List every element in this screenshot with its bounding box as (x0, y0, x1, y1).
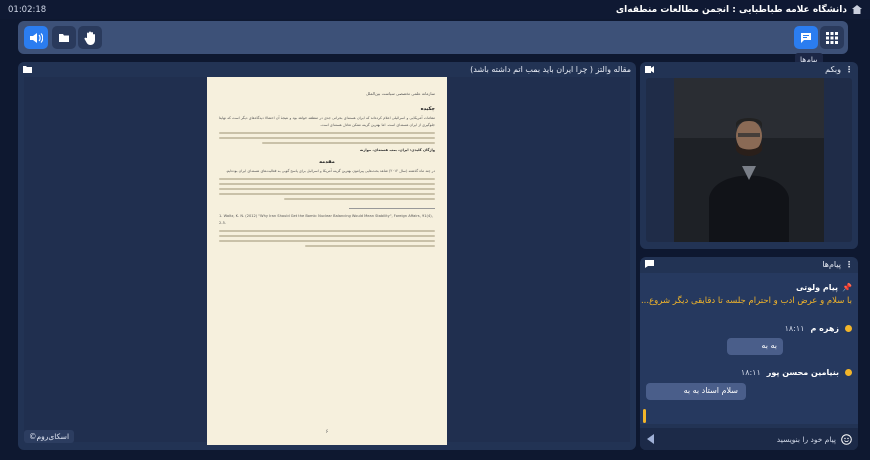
webcam-video (674, 78, 824, 242)
hand-icon (84, 31, 95, 45)
messages-toggle-button[interactable] (794, 26, 818, 49)
sender-name: زهره م (810, 324, 840, 333)
session-clock: 01:02:18 (8, 4, 47, 15)
message-time: ۱۸:۱۱ (740, 368, 761, 377)
layout-menu-button[interactable] (820, 26, 844, 49)
user-icon (845, 369, 852, 376)
messages-menu-icon[interactable]: ⋮ (845, 260, 853, 269)
page-header: سازمانه علمی تخصصی سیاست بین‌الملل (366, 91, 435, 96)
document-title: مقاله والتز ( چرا ایران باید بمب اتم داش… (470, 64, 631, 74)
sender-name: بنیامین محسن پور (766, 368, 839, 377)
intro-text: در چند ماه گذشته (سال ۲۰۱۲) شاهد بحث‌های… (225, 169, 435, 173)
page-number: ۶ (325, 429, 329, 435)
scrollbar[interactable] (643, 409, 646, 423)
messages-panel: پیام‌ها ⋮ 📌 پیام ولوتی با سلام و عرض ادب… (640, 257, 858, 450)
raise-hand-button[interactable] (78, 26, 102, 49)
message-input[interactable]: پیام خود را بنویسید (777, 435, 836, 444)
main-toolbar (18, 21, 848, 54)
messages-icon (645, 260, 654, 268)
skyroom-brand: ©اسکای‌روم (24, 430, 75, 443)
webcam-panel: وبکم ⋮ (640, 62, 858, 249)
messages-panel-header: پیام‌ها ⋮ (640, 257, 858, 271)
pinned-label: پیام ولوتی (796, 283, 839, 292)
grid-icon (826, 31, 838, 44)
documents-button[interactable] (52, 26, 76, 49)
message-bubble: به به (727, 338, 783, 355)
pinned-message-text[interactable]: با سلام و عرض ادب و احترام جلسه تا دقایق… (641, 296, 852, 306)
document-panel-header: مقاله والتز ( چرا ایران باید بمب اتم داش… (18, 62, 636, 76)
document-panel: مقاله والتز ( چرا ایران باید بمب اتم داش… (18, 62, 636, 450)
message-sender-row: زهره م ۱۸:۱۱ (785, 324, 852, 333)
message-list[interactable]: 📌 پیام ولوتی با سلام و عرض ادب و احترام … (640, 273, 858, 424)
keywords-text: واژگان کلیدی: ایران، بمب هسته‌ای، موازنه (359, 148, 435, 152)
messages-title: پیام‌ها (822, 259, 841, 269)
presenter-image (674, 78, 824, 242)
home-icon[interactable] (852, 5, 862, 14)
message-input-row: پیام خود را بنویسید (640, 428, 858, 450)
message-time: ۱۸:۱۱ (784, 324, 805, 333)
user-icon (845, 325, 852, 332)
abstract-heading: چکیده (420, 106, 435, 112)
camera-icon (645, 65, 654, 73)
speaker-icon (30, 32, 43, 43)
reference-text: 1. Waltz, K. N. (2012) "Why Iran Should … (219, 214, 433, 225)
intro-heading: مقدمه (319, 159, 335, 165)
top-bar: 01:02:18 دانشگاه علامه طباطبایی : انجمن … (0, 0, 870, 19)
chat-icon (801, 32, 811, 43)
folder-icon (59, 33, 69, 42)
send-icon[interactable] (646, 434, 656, 444)
pinned-message-label-row: 📌 پیام ولوتی (796, 283, 852, 292)
room-title-text: دانشگاه علامه طباطبایی : انجمن مطالعات م… (615, 4, 847, 15)
room-title: دانشگاه علامه طباطبایی : انجمن مطالعات م… (616, 5, 862, 15)
speaker-button[interactable] (24, 26, 48, 49)
message-sender-row: بنیامین محسن پور ۱۸:۱۱ (741, 368, 852, 377)
document-viewer[interactable]: سازمانه علمی تخصصی سیاست بین‌الملل چکیده… (24, 77, 630, 445)
document-page: سازمانه علمی تخصصی سیاست بین‌الملل چکیده… (207, 77, 447, 445)
webcam-panel-header: وبکم ⋮ (640, 62, 858, 76)
message-bubble: سلام استاد به به (646, 383, 746, 400)
webcam-title: وبکم (825, 64, 841, 74)
pin-icon: 📌 (842, 283, 852, 292)
webcam-feed (646, 78, 852, 242)
webcam-menu-icon[interactable]: ⋮ (845, 65, 853, 74)
emoji-icon[interactable] (841, 433, 852, 445)
document-folder-icon[interactable] (23, 65, 32, 73)
abstract-text: مقامات آمریکایی و اسرائیلی اعلام کرده‌ان… (219, 116, 435, 127)
